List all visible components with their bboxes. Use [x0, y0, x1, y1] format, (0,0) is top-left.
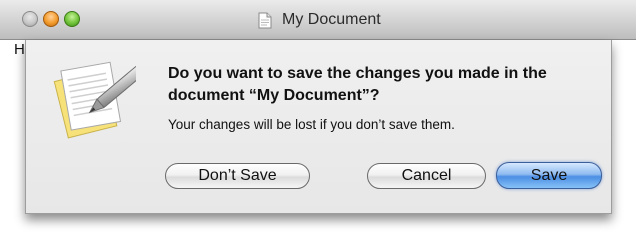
dont-save-button[interactable]: Don’t Save [165, 163, 310, 189]
textedit-document-pen-icon [53, 61, 136, 139]
cancel-button[interactable]: Cancel [367, 163, 486, 189]
title-bar[interactable]: My Document [0, 0, 636, 40]
minimize-window-button[interactable] [43, 11, 59, 27]
close-window-button[interactable] [22, 11, 38, 27]
window-title: My Document [282, 11, 381, 28]
document-window: My Document H Do you want to save the ch… [0, 0, 636, 246]
save-button[interactable]: Save [496, 162, 602, 189]
zoom-window-button[interactable] [64, 11, 80, 27]
document-text[interactable]: H [14, 40, 25, 60]
dialog-message: Your changes will be lost if you don’t s… [168, 117, 455, 132]
dialog-headline: Do you want to save the changes you made… [168, 65, 547, 104]
save-changes-sheet: Do you want to save the changes you made… [25, 40, 612, 214]
document-proxy-icon[interactable] [258, 12, 272, 29]
